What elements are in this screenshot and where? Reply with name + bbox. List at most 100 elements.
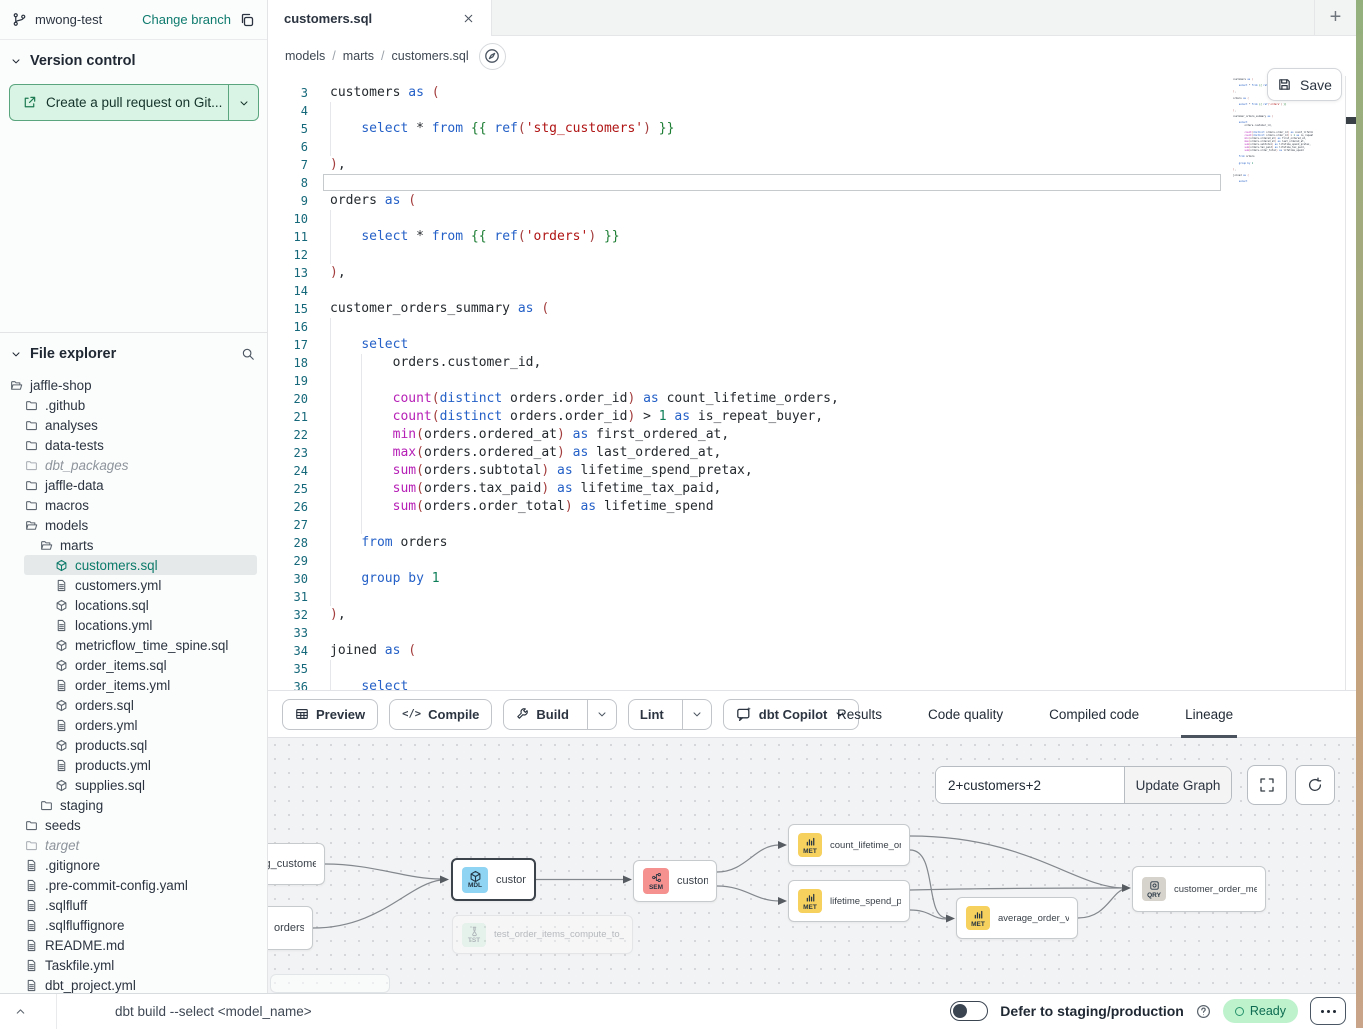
file-tree-item[interactable]: order_items.yml — [0, 675, 267, 695]
lint-dropdown-chevron[interactable] — [682, 700, 711, 729]
chevron-up-icon[interactable] — [0, 1005, 40, 1018]
save-button[interactable]: Save — [1267, 68, 1342, 101]
code-line[interactable]: 18 orders.customer_id, — [268, 354, 839, 372]
file-tree-item[interactable]: seeds — [0, 815, 267, 835]
file-tree-item[interactable]: target — [0, 835, 267, 855]
code-line[interactable]: 17 select — [268, 336, 839, 354]
lineage-node-test_order_items_compute_to_bools-[interactable]: TSTtest_order_items_compute_to_bools... — [452, 915, 633, 954]
code-line[interactable]: 13), — [268, 264, 839, 282]
code-line[interactable]: 5 select * from {{ ref('stg_customers') … — [268, 120, 839, 138]
code-line[interactable]: 25 sum(orders.tax_paid) as lifetime_tax_… — [268, 480, 839, 498]
lineage-node-count_lifetime_orders[interactable]: METcount_lifetime_orders — [788, 824, 910, 866]
file-tree-item[interactable]: .sqlfluffignore — [0, 915, 267, 935]
code-line[interactable]: 16 — [268, 318, 839, 336]
file-tree-item[interactable]: orders.yml — [0, 715, 267, 735]
build-button[interactable]: Build — [503, 699, 617, 730]
code-line[interactable]: 31 — [268, 588, 839, 606]
search-icon[interactable] — [241, 347, 255, 361]
tab-lineage[interactable]: Lineage — [1162, 691, 1256, 737]
code-line[interactable]: 29 — [268, 552, 839, 570]
file-tree-item[interactable]: order_items.sql — [0, 655, 267, 675]
file-tree-item[interactable]: .github — [0, 395, 267, 415]
file-tree-item[interactable]: .gitignore — [0, 855, 267, 875]
lineage-node-lifetime_spend_pretax[interactable]: METlifetime_spend_pretax — [788, 880, 910, 922]
lineage-node-stg_customers[interactable]: MDLstg_customers — [268, 843, 325, 885]
lint-button[interactable]: Lint — [628, 699, 712, 730]
file-tree-item[interactable]: dbt_packages — [0, 455, 267, 475]
code-line[interactable]: 24 sum(orders.subtotal) as lifetime_spen… — [268, 462, 839, 480]
code-editor[interactable]: 3customers as (45 select * from {{ ref('… — [268, 76, 1356, 690]
code-line[interactable]: 21 count(distinct orders.order_id) > 1 a… — [268, 408, 839, 426]
file-explorer-header[interactable]: File explorer — [0, 333, 267, 371]
update-graph-button[interactable]: Update Graph — [1124, 767, 1231, 803]
code-line[interactable]: 10 — [268, 210, 839, 228]
file-tree-item[interactable]: supplies.sql — [0, 775, 267, 795]
file-tree-item[interactable]: dbt_project.yml — [0, 975, 267, 993]
code-line[interactable]: 3customers as ( — [268, 84, 839, 102]
file-tree-item[interactable]: README.md — [0, 935, 267, 955]
explore-lineage-button[interactable] — [479, 43, 506, 70]
file-tree-item[interactable]: orders.sql — [0, 695, 267, 715]
breadcrumb-item[interactable]: models — [285, 49, 325, 63]
code-line[interactable]: 22 min(orders.ordered_at) as first_order… — [268, 426, 839, 444]
new-tab-button[interactable]: + — [1314, 0, 1356, 35]
code-line[interactable]: 35 — [268, 660, 839, 678]
code-line[interactable]: 30 group by 1 — [268, 570, 839, 588]
file-tree-item[interactable]: data-tests — [0, 435, 267, 455]
lineage-panel[interactable]: MDLstg_customers MDLorders MDLcustomers TST… — [268, 738, 1356, 993]
compile-button[interactable]: </> Compile — [389, 699, 492, 730]
more-options-button[interactable] — [1310, 997, 1346, 1025]
file-tree-item[interactable]: products.sql — [0, 735, 267, 755]
file-tree-item[interactable]: models — [0, 515, 267, 535]
close-icon[interactable] — [462, 12, 475, 25]
build-dropdown-chevron[interactable] — [587, 700, 616, 729]
tab-results[interactable]: Results — [814, 691, 905, 737]
code-line[interactable]: 33 — [268, 624, 839, 642]
file-tree-item[interactable]: analyses — [0, 415, 267, 435]
help-icon[interactable] — [1196, 1004, 1211, 1019]
code-line[interactable]: 7), — [268, 156, 839, 174]
scrollbar-thumb[interactable] — [1346, 117, 1356, 124]
preview-button[interactable]: Preview — [282, 699, 378, 730]
code-line[interactable]: 23 max(orders.ordered_at) as last_ordere… — [268, 444, 839, 462]
editor-scrollbar[interactable] — [1345, 76, 1356, 690]
code-line[interactable]: 19 — [268, 372, 839, 390]
code-line[interactable]: 36 select — [268, 678, 839, 690]
copy-icon[interactable] — [239, 12, 255, 28]
dbt-command-input[interactable] — [113, 1003, 713, 1020]
lineage-node-customer_order_metrics[interactable]: QRYcustomer_order_metrics — [1132, 866, 1266, 912]
file-tree-item[interactable]: customers.sql — [0, 555, 267, 575]
lineage-node-average_order_value[interactable]: METaverage_order_value — [956, 897, 1078, 939]
file-tree-item[interactable]: macros — [0, 495, 267, 515]
create-pr-button[interactable]: Create a pull request on Git... — [9, 84, 259, 121]
file-tree-item[interactable]: jaffle-data — [0, 475, 267, 495]
change-branch-link[interactable]: Change branch — [142, 12, 231, 27]
defer-toggle[interactable] — [950, 1001, 988, 1021]
file-tree-item[interactable]: locations.yml — [0, 615, 267, 635]
code-line[interactable]: 11 select * from {{ ref('orders') }} — [268, 228, 839, 246]
file-tree-item[interactable]: locations.sql — [0, 595, 267, 615]
code-line[interactable]: 4 — [268, 102, 839, 120]
lineage-node-customers[interactable]: MDLcustomers — [451, 858, 536, 901]
code-line[interactable]: 26 sum(orders.order_total) as lifetime_s… — [268, 498, 839, 516]
file-tree-item[interactable]: .sqlfluff — [0, 895, 267, 915]
file-tree-item[interactable]: metricflow_time_spine.sql — [0, 635, 267, 655]
lineage-node-orders[interactable]: MDLorders — [268, 906, 313, 950]
version-control-header[interactable]: Version control — [0, 40, 267, 78]
code-line[interactable]: 20 count(distinct orders.order_id) as co… — [268, 390, 839, 408]
file-tree-item[interactable]: Taskfile.yml — [0, 955, 267, 975]
code-line[interactable]: 6 — [268, 138, 839, 156]
code-line[interactable]: 15customer_orders_summary as ( — [268, 300, 839, 318]
breadcrumb-item[interactable]: marts — [343, 49, 374, 63]
file-tree-item[interactable]: marts — [0, 535, 267, 555]
file-tree-item[interactable]: customers.yml — [0, 575, 267, 595]
file-tree-item[interactable]: jaffle-shop — [0, 375, 267, 395]
tab-code-quality[interactable]: Code quality — [905, 691, 1026, 737]
code-line[interactable]: 32), — [268, 606, 839, 624]
file-tree-item[interactable]: .pre-commit-config.yaml — [0, 875, 267, 895]
refresh-button[interactable] — [1295, 765, 1335, 805]
code-line[interactable]: 28 from orders — [268, 534, 839, 552]
file-tree-item[interactable]: staging — [0, 795, 267, 815]
code-line[interactable]: 12 — [268, 246, 839, 264]
fullscreen-button[interactable] — [1247, 765, 1287, 805]
